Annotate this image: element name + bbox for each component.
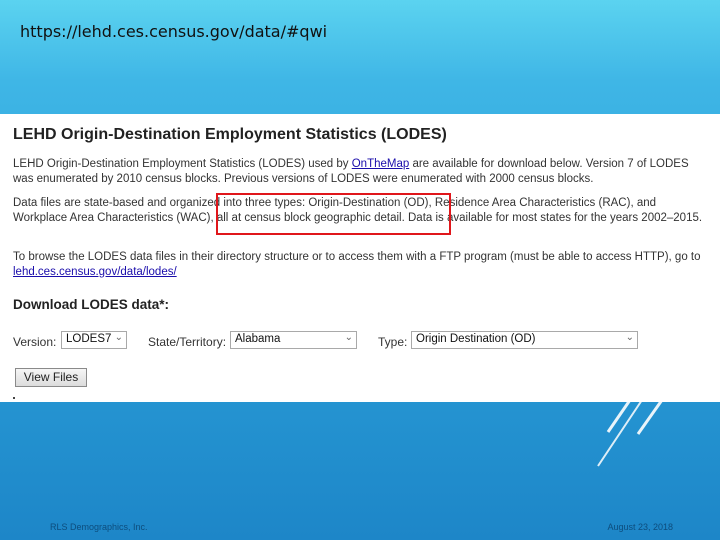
footer-date: August 23, 2018 — [607, 522, 673, 532]
view-files-button[interactable]: View Files — [15, 368, 87, 387]
page-title: LEHD Origin-Destination Employment Stati… — [13, 126, 447, 143]
type-label: Type: — [378, 335, 408, 349]
onthemap-link[interactable]: OnTheMap — [352, 158, 410, 170]
download-heading: Download LODES data*: — [13, 297, 170, 312]
bullet-dot — [13, 397, 15, 399]
version-select-value: LODES7 — [66, 333, 112, 345]
state-select-value: Alabama — [235, 333, 281, 345]
state-select[interactable]: Alabama ⌄ — [230, 331, 357, 349]
lodes-directory-link[interactable]: lehd.ces.census.gov/data/lodes/ — [13, 266, 177, 278]
chevron-down-icon: ⌄ — [344, 332, 353, 343]
chevron-down-icon: ⌄ — [625, 332, 634, 343]
footer-company: RLS Demographics, Inc. — [50, 522, 148, 532]
version-select[interactable]: LODES7 ⌄ — [61, 331, 127, 349]
intro-text-before: LEHD Origin-Destination Employment Stati… — [13, 158, 352, 170]
decorative-lines-icon — [597, 400, 664, 467]
chevron-down-icon: ⌄ — [114, 332, 123, 343]
browse-text: To browse the LODES data files in their … — [13, 251, 701, 263]
browse-paragraph: To browse the LODES data files in their … — [13, 250, 703, 279]
lodes-screenshot: LEHD Origin-Destination Employment Stati… — [0, 114, 720, 402]
state-label: State/Territory: — [148, 335, 227, 349]
type-select[interactable]: Origin Destination (OD) ⌄ — [411, 331, 638, 349]
type-select-value: Origin Destination (OD) — [416, 333, 536, 345]
slide-url-title: https://lehd.ces.census.gov/data/#qwi — [20, 22, 328, 41]
version-label: Version: — [13, 335, 57, 349]
intro-paragraph: LEHD Origin-Destination Employment Stati… — [13, 157, 703, 186]
red-highlight-box — [216, 193, 451, 235]
